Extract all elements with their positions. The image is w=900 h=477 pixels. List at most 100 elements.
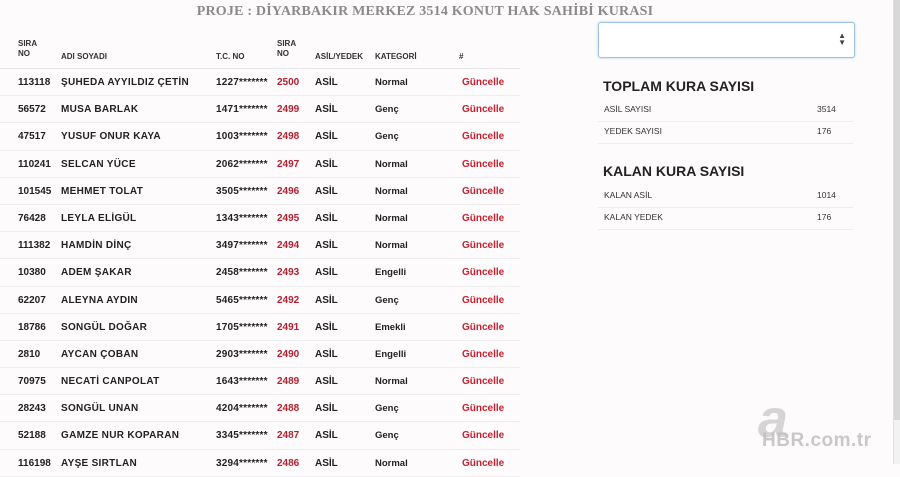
row-kura-no: 2490 <box>277 348 300 360</box>
guncelle-link[interactable]: Güncelle <box>462 322 504 333</box>
table-row: 101545 MEHMET TOLAT 3505******* 2496 ASİL Nor… <box>0 178 520 205</box>
row-sira-no: 70975 <box>18 376 46 388</box>
guncelle-link[interactable]: Güncelle <box>462 77 504 88</box>
row-asil-yedek: ASİL <box>315 158 338 170</box>
row-asil-yedek: ASİL <box>315 212 338 224</box>
row-asil-yedek: ASİL <box>315 457 338 469</box>
header-sira-no: SIRA NO <box>18 39 37 58</box>
row-sira-no: 52188 <box>18 430 46 442</box>
row-asil-yedek: ASİL <box>315 348 338 360</box>
row-tc-no: 1343******* <box>216 212 268 224</box>
guncelle-link[interactable]: Güncelle <box>462 131 504 142</box>
row-name: NECATİ CANPOLAT <box>61 376 160 388</box>
row-name: SONGÜL DOĞAR <box>61 321 148 333</box>
row-asil-yedek: ASİL <box>315 294 338 306</box>
guncelle-link[interactable]: Güncelle <box>462 267 504 278</box>
row-sira-no: 62207 <box>18 294 46 306</box>
row-sira-no: 56572 <box>18 104 46 116</box>
select-caret-icon: ▲ ▼ <box>838 31 846 47</box>
row-asil-yedek: ASİL <box>315 77 338 88</box>
table-row: 116198 AYŞE SIRTLAN 3294******* 2486 ASİL Nor… <box>0 450 520 477</box>
row-kategori: Engelli <box>375 348 407 360</box>
row-tc-no: 3497******* <box>216 240 268 252</box>
kalan-kura-title: KALAN KURA SAYISI <box>603 163 745 179</box>
guncelle-link[interactable]: Güncelle <box>462 295 504 306</box>
table-header: SIRA NO ADI SOYADI T.C. NO SIRA NO ASİL/… <box>0 38 520 69</box>
table-row: 18786 SONGÜL DOĞAR 1705******* 2491 ASİL Emek… <box>0 314 520 341</box>
row-name: ADEM ŞAKAR <box>61 267 132 279</box>
row-kategori: Normal <box>375 240 408 252</box>
row-tc-no: 4204******* <box>216 403 268 415</box>
row-kategori: Emekli <box>375 321 406 333</box>
header-kategori: KATEGORİ <box>375 52 417 61</box>
row-kategori: Genç <box>375 430 399 442</box>
row-name: AYŞE SIRTLAN <box>61 457 138 469</box>
kalan-yedek-row: KALAN YEDEK 176 <box>598 207 853 230</box>
row-kategori: Normal <box>375 158 408 170</box>
row-asil-yedek: ASİL <box>315 321 338 333</box>
table-body: 113118 ŞUHEDA AYYILDIZ ÇETİN 1227******* 25… <box>0 69 520 477</box>
asil-sayisi-value: 3514 <box>817 104 836 114</box>
row-asil-yedek: ASİL <box>315 376 338 388</box>
header-asil-yedek: ASİL/YEDEK <box>315 52 364 61</box>
page-scrollbar[interactable] <box>893 0 900 464</box>
row-sira-no: 47517 <box>18 131 46 143</box>
row-tc-no: 3505******* <box>216 185 268 197</box>
kalan-yedek-label: KALAN YEDEK <box>604 212 663 222</box>
row-sira-no: 113118 <box>18 77 51 88</box>
row-name: ALEYNA AYDIN <box>61 294 138 306</box>
row-tc-no: 2062******* <box>216 158 268 170</box>
row-kategori: Normal <box>375 457 408 469</box>
row-tc-no: 1003******* <box>216 131 268 143</box>
header-sira-no-2: SIRA NO <box>277 39 296 58</box>
row-name: MUSA BARLAK <box>61 104 139 116</box>
row-tc-no: 1643******* <box>216 376 268 388</box>
row-name: AYCAN ÇOBAN <box>61 348 139 360</box>
row-sira-no: 110241 <box>18 158 51 170</box>
guncelle-link[interactable]: Güncelle <box>462 349 504 360</box>
row-kura-no: 2499 <box>277 104 300 116</box>
row-kura-no: 2500 <box>277 77 300 88</box>
table-row: 10380 ADEM ŞAKAR 2458******* 2493 ASİL Engell… <box>0 259 520 287</box>
row-name: ŞUHEDA AYYILDIZ ÇETİN <box>61 77 189 88</box>
row-kategori: Normal <box>375 376 408 388</box>
row-kura-no: 2496 <box>277 185 300 197</box>
row-sira-no: 101545 <box>18 185 52 197</box>
kalan-asil-row: KALAN ASİL 1014 <box>598 185 853 208</box>
guncelle-link[interactable]: Güncelle <box>462 186 504 197</box>
row-name: YUSUF ONUR KAYA <box>61 131 161 143</box>
row-asil-yedek: ASİL <box>315 267 338 279</box>
row-kura-no: 2487 <box>277 430 300 442</box>
row-kategori: Engelli <box>375 267 407 279</box>
row-name: LEYLA ELİGÜL <box>61 212 137 224</box>
row-asil-yedek: ASİL <box>315 104 338 116</box>
guncelle-link[interactable]: Güncelle <box>462 104 504 115</box>
scrollbar-thumb[interactable] <box>894 0 900 420</box>
row-kura-no: 2491 <box>277 321 300 333</box>
guncelle-link[interactable]: Güncelle <box>462 213 504 224</box>
row-kura-no: 2492 <box>277 294 300 306</box>
guncelle-link[interactable]: Güncelle <box>462 458 504 469</box>
project-select[interactable]: ▲ ▼ <box>598 22 855 58</box>
guncelle-link[interactable]: Güncelle <box>462 403 504 414</box>
header-actions: # <box>459 52 464 61</box>
row-tc-no: 2458******* <box>216 267 268 279</box>
guncelle-link[interactable]: Güncelle <box>462 159 504 170</box>
row-kura-no: 2493 <box>277 267 300 279</box>
row-kategori: Normal <box>375 185 408 197</box>
header-tc-no: T.C. NO <box>216 52 245 61</box>
guncelle-link[interactable]: Güncelle <box>462 430 504 441</box>
row-asil-yedek: ASİL <box>315 131 338 143</box>
kalan-asil-label: KALAN ASİL <box>604 190 653 200</box>
row-kura-no: 2488 <box>277 403 300 415</box>
watermark-text: HBR.com.tr <box>762 430 872 451</box>
guncelle-link[interactable]: Güncelle <box>462 376 504 387</box>
asil-sayisi-row: ASİL SAYISI 3514 <box>598 99 853 122</box>
page-title: PROJE : DİYARBAKIR MERKEZ 3514 KONUT HAK… <box>196 4 654 19</box>
table-row: 110241 SELCAN YÜCE 2062******* 2497 ASİL Norm… <box>0 151 520 178</box>
table-row: 62207 ALEYNA AYDIN 5465******* 2492 ASİL Genç… <box>0 287 520 314</box>
guncelle-link[interactable]: Güncelle <box>462 240 504 251</box>
row-sira-no: 2810 <box>18 348 41 360</box>
row-sira-no: 76428 <box>18 212 46 224</box>
row-name: GAMZE NUR KOPARAN <box>61 430 180 442</box>
